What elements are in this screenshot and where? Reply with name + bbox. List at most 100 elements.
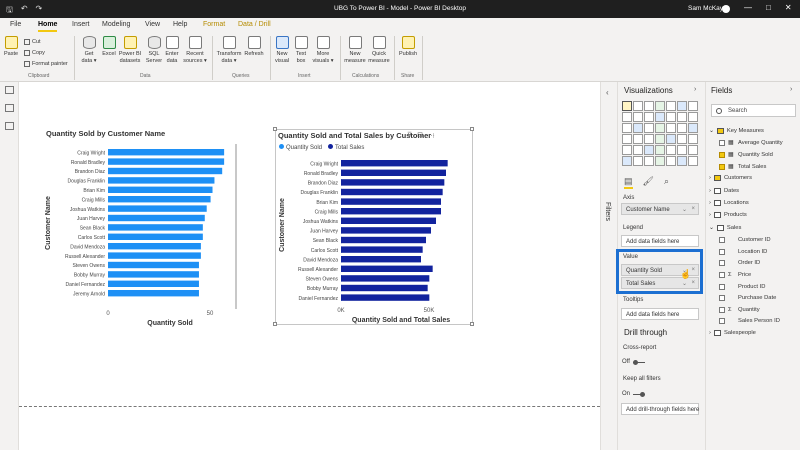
visual-type-icon[interactable]: [644, 145, 654, 155]
visual-type-icon[interactable]: [622, 101, 632, 111]
tab-data-drill[interactable]: Data / Drill: [238, 21, 271, 28]
chart1-bar[interactable]: [108, 233, 203, 240]
visual-type-icon[interactable]: [633, 134, 643, 144]
chevron-down-icon[interactable]: ⌄: [709, 225, 714, 231]
chart2-bar-total-sales[interactable]: [341, 217, 436, 224]
chart1-bar[interactable]: [108, 158, 225, 165]
chevron-right-icon[interactable]: ›: [709, 200, 711, 206]
collapse-visualizations-icon[interactable]: ›: [694, 86, 696, 93]
more-visuals-button[interactable]: More visuals ▾: [312, 36, 334, 64]
chart1-bar[interactable]: [108, 186, 213, 193]
field-checkbox[interactable]: [719, 140, 725, 147]
chart2-bar-total-sales[interactable]: [341, 265, 433, 272]
field-item[interactable]: Order ID: [719, 260, 760, 267]
chevron-right-icon[interactable]: ›: [709, 175, 711, 181]
visual-type-icon[interactable]: [688, 123, 698, 133]
visual-type-icon[interactable]: [644, 123, 654, 133]
chart1-bar[interactable]: [108, 261, 199, 269]
chart1-bar[interactable]: [108, 290, 199, 297]
visual-type-icon[interactable]: [655, 123, 665, 133]
chart1-bar[interactable]: [108, 177, 215, 184]
field-item[interactable]: Customer ID: [719, 237, 771, 244]
user-name[interactable]: Sam McKay: [688, 5, 723, 12]
chart2-bar-total-sales[interactable]: [341, 169, 446, 176]
field-table[interactable]: ⌄ Sales: [709, 224, 741, 231]
minimize-button[interactable]: —: [744, 3, 752, 12]
field-item[interactable]: ▦ Total Sales: [719, 163, 766, 170]
visual-type-icon[interactable]: [677, 101, 687, 111]
tab-format[interactable]: Format: [203, 21, 225, 28]
visual-type-icon[interactable]: [688, 112, 698, 122]
quick-measure-button[interactable]: Quick measure: [368, 36, 390, 64]
chart1-bar[interactable]: [108, 167, 223, 175]
format-painter-button[interactable]: Format painter: [24, 61, 68, 67]
chevron-down-icon[interactable]: ⌄: [709, 128, 714, 134]
enter-data-button[interactable]: Enter data: [164, 36, 180, 64]
field-checkbox[interactable]: [719, 260, 725, 267]
resize-handle[interactable]: [273, 127, 277, 131]
visual-type-icon[interactable]: [688, 145, 698, 155]
chart1-bar[interactable]: [108, 271, 199, 278]
chart2-bar-total-sales[interactable]: [341, 256, 421, 263]
excel-button[interactable]: Excel: [101, 36, 117, 58]
search-input[interactable]: Search: [711, 104, 796, 117]
chart2-bar-total-sales[interactable]: [341, 160, 448, 167]
drill-through-field-well[interactable]: Add drill-through fields here: [621, 403, 699, 415]
field-checkbox[interactable]: [719, 283, 725, 290]
visual-type-icon[interactable]: [622, 123, 632, 133]
chart1-bar[interactable]: [108, 149, 225, 156]
chart2-bar-total-sales[interactable]: [341, 275, 430, 282]
visual-type-icon[interactable]: [666, 123, 676, 133]
field-table[interactable]: › Salespeople: [709, 330, 756, 336]
field-item[interactable]: Σ Quantity: [719, 306, 760, 313]
copy-button[interactable]: Copy: [24, 50, 45, 56]
chart2-bar-total-sales[interactable]: [341, 198, 441, 205]
get-data-button[interactable]: Get data ▾: [80, 36, 98, 64]
field-item[interactable]: Sales Person ID: [719, 318, 780, 325]
field-table[interactable]: › Locations: [709, 200, 749, 206]
visual-type-icon[interactable]: [677, 145, 687, 155]
field-item[interactable]: Location ID: [719, 248, 767, 255]
analytics-tab-icon[interactable]: ⌕: [664, 176, 669, 189]
field-table[interactable]: ⌄ Key Measures: [709, 128, 764, 134]
chart1-bar[interactable]: [108, 196, 211, 203]
field-table[interactable]: › Customers: [709, 175, 752, 182]
chart2-bar-total-sales[interactable]: [341, 284, 428, 292]
visual-type-icon[interactable]: [688, 101, 698, 111]
visual-type-icon[interactable]: [633, 112, 643, 122]
data-view-icon[interactable]: [5, 104, 14, 112]
field-item[interactable]: ▦ Average Quantity: [719, 140, 783, 147]
refresh-button[interactable]: Refresh: [244, 36, 264, 58]
collapse-fields-icon[interactable]: ›: [790, 86, 792, 93]
visual-type-icon[interactable]: [655, 145, 665, 155]
visual-type-icon[interactable]: [644, 134, 654, 144]
field-item[interactable]: Product ID: [719, 283, 765, 290]
visual-type-icon[interactable]: [677, 156, 687, 166]
visual-type-icon[interactable]: [633, 156, 643, 166]
expand-filters-icon[interactable]: ‹: [606, 88, 609, 97]
chart2-bar-total-sales[interactable]: [341, 188, 443, 196]
chart1-bar[interactable]: [108, 214, 205, 222]
visual-type-icon[interactable]: [677, 123, 687, 133]
visual-type-icon[interactable]: [666, 145, 676, 155]
field-checkbox[interactable]: [719, 237, 725, 244]
chevron-right-icon[interactable]: ›: [709, 330, 711, 336]
field-table[interactable]: › Products: [709, 212, 747, 219]
chart1-bar[interactable]: [108, 205, 207, 212]
transform-data-button[interactable]: Transform data ▾: [216, 36, 242, 64]
filters-label[interactable]: Filters: [604, 202, 611, 221]
chart1-bar[interactable]: [108, 280, 199, 287]
visual-type-icon[interactable]: [644, 156, 654, 166]
visual-type-icon[interactable]: [666, 134, 676, 144]
tab-file[interactable]: File: [10, 21, 21, 28]
report-view-icon[interactable]: [5, 86, 14, 94]
visual-type-icon[interactable]: [622, 156, 632, 166]
visual-type-icon[interactable]: [633, 145, 643, 155]
legend-item[interactable]: Quantity Sold: [279, 144, 322, 151]
power-bi-datasets-button[interactable]: Power BI datasets: [118, 36, 142, 64]
chart1-bar[interactable]: [108, 243, 201, 250]
tab-modeling[interactable]: Modeling: [102, 21, 130, 28]
visual-type-icon[interactable]: [655, 156, 665, 166]
visual-type-icon[interactable]: [644, 112, 654, 122]
chart1-bar-chart[interactable]: Craig Wright Ronald Bradley Brandon Diaz Do…: [42, 145, 242, 327]
